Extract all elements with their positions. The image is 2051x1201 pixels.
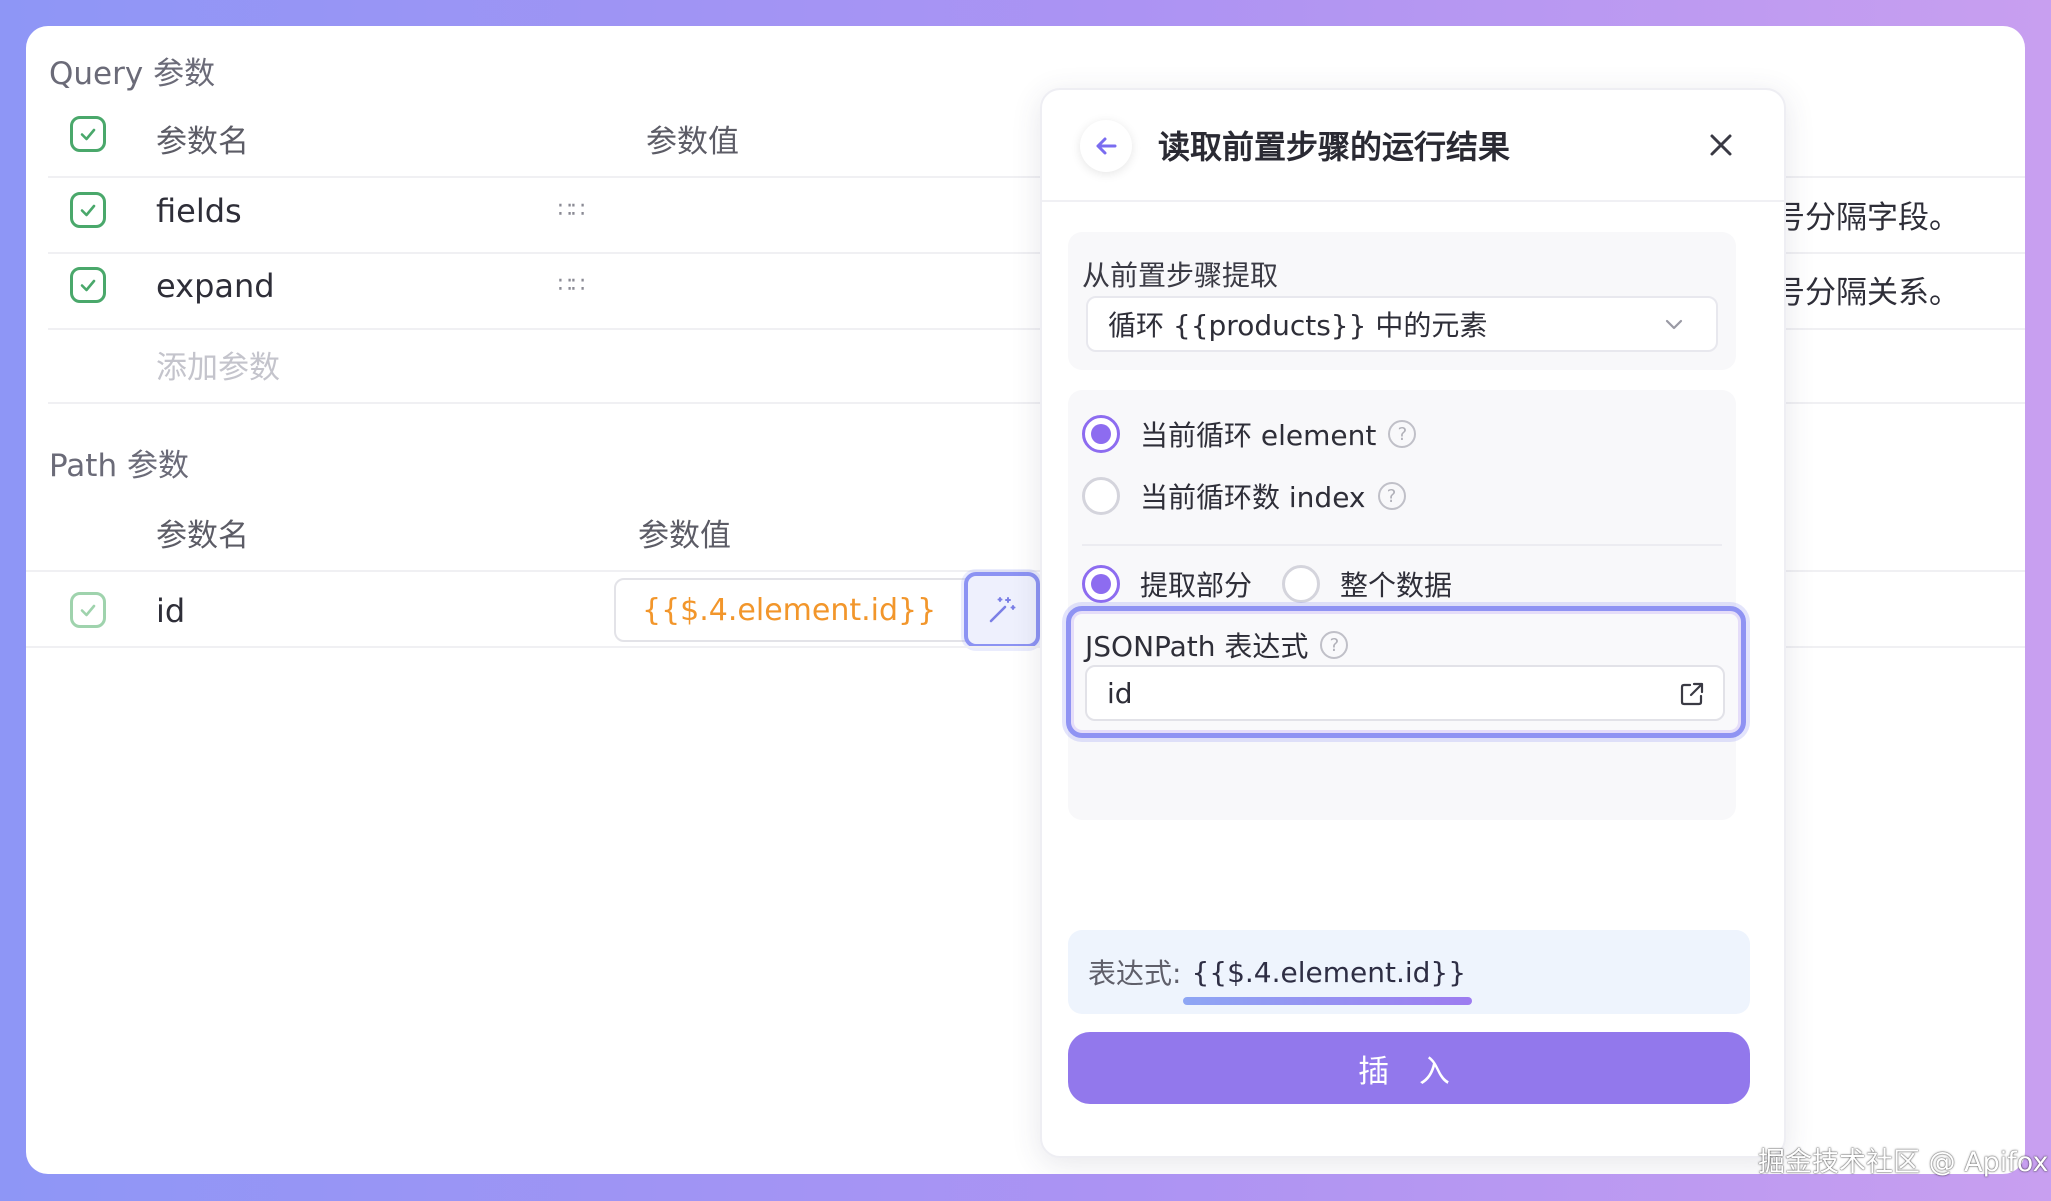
app-frame: Query 参数 参数名 参数值 fields ∷∷ 号分隔字段。 expand…	[26, 26, 2025, 1174]
query-section-title: Query 参数	[49, 56, 216, 92]
radio-whole-data[interactable]: 整个数据	[1282, 564, 1452, 604]
path-section-title: Path 参数	[49, 448, 189, 484]
query-col-name-header: 参数名	[156, 124, 249, 160]
magic-wand-icon	[989, 597, 1016, 623]
source-select-value: 循环 {{products}} 中的元素	[1108, 309, 1488, 342]
radio-extract-partial[interactable]: 提取部分	[1082, 564, 1252, 604]
options-divider	[1082, 544, 1722, 546]
help-icon[interactable]: ?	[1377, 482, 1406, 510]
param-checkbox-expand[interactable]	[70, 267, 106, 303]
jsonpath-label: JSONPath 表达式 ?	[1085, 625, 1349, 665]
jsonpath-input[interactable]: id	[1085, 665, 1725, 721]
select-all-query-checkbox[interactable]	[70, 116, 106, 152]
arrow-left-icon	[1096, 137, 1117, 155]
dynamic-value-button[interactable]	[964, 572, 1040, 648]
radio-label: 整个数据	[1340, 569, 1453, 602]
radio-label: 提取部分	[1140, 569, 1253, 602]
expression-preview: 表达式: {{$.4.element.id}}	[1068, 930, 1750, 1014]
checkmark-icon	[80, 604, 96, 617]
add-param-input[interactable]: 添加参数	[156, 342, 280, 387]
checkmark-icon	[80, 279, 96, 292]
radio-current-element[interactable]: 当前循环 element ?	[1082, 414, 1417, 454]
radio-current-index[interactable]: 当前循环数 index ?	[1082, 476, 1406, 516]
source-card: 从前置步骤提取 循环 {{products}} 中的元素	[1068, 232, 1736, 370]
radio-selected	[1082, 565, 1120, 603]
checkmark-icon	[80, 128, 96, 141]
source-select[interactable]: 循环 {{products}} 中的元素	[1086, 296, 1718, 352]
param-value-text: {{$.4.element.id}}	[642, 592, 937, 628]
source-label: 从前置步骤提取	[1082, 259, 1279, 292]
external-link-icon[interactable]	[1679, 681, 1705, 707]
radio-unselected	[1082, 477, 1120, 515]
expression-label: 表达式:	[1088, 957, 1182, 990]
back-button[interactable]	[1080, 120, 1132, 172]
param-checkbox-fields[interactable]	[70, 192, 106, 228]
drag-handle-icon[interactable]: ∷∷	[558, 273, 585, 298]
checkmark-icon	[80, 204, 96, 217]
panel-header: 读取前置步骤的运行结果	[1042, 90, 1784, 202]
param-checkbox-id[interactable]	[70, 592, 106, 628]
watermark: 掘金技术社区 @ Apifox	[1758, 1147, 2049, 1178]
chevron-down-icon	[1665, 319, 1683, 330]
path-col-value-header: 参数值	[638, 518, 731, 554]
radio-label: 当前循环 element	[1140, 419, 1377, 452]
expression-value: {{$.4.element.id}}	[1183, 955, 1472, 1005]
jsonpath-field-group: JSONPath 表达式 ? id	[1066, 606, 1746, 738]
path-col-name-header: 参数名	[156, 518, 249, 554]
close-icon[interactable]	[1704, 128, 1738, 162]
insert-button[interactable]: 插 入	[1068, 1032, 1750, 1104]
help-icon[interactable]: ?	[1320, 631, 1349, 659]
help-icon[interactable]: ?	[1388, 420, 1417, 448]
query-col-value-header: 参数值	[646, 124, 739, 160]
jsonpath-label-text: JSONPath 表达式	[1085, 630, 1309, 663]
param-description-fields: 号分隔字段。	[1774, 200, 1960, 236]
radio-unselected	[1282, 565, 1320, 603]
options-card: 当前循环 element ? 当前循环数 index ? 提取部分 整个数据	[1068, 390, 1736, 820]
jsonpath-input-value: id	[1107, 676, 1133, 710]
drag-handle-icon[interactable]: ∷∷	[558, 198, 585, 223]
param-description-expand: 号分隔关系。	[1774, 275, 1960, 311]
radio-label: 当前循环数 index	[1140, 481, 1366, 514]
panel-title: 读取前置步骤的运行结果	[1158, 128, 1511, 166]
radio-selected	[1082, 415, 1120, 453]
param-value-input-id[interactable]: {{$.4.element.id}}	[614, 578, 994, 642]
param-name-id[interactable]: id	[156, 592, 185, 630]
param-name-fields[interactable]: fields	[156, 192, 242, 230]
param-name-expand[interactable]: expand	[156, 267, 275, 305]
